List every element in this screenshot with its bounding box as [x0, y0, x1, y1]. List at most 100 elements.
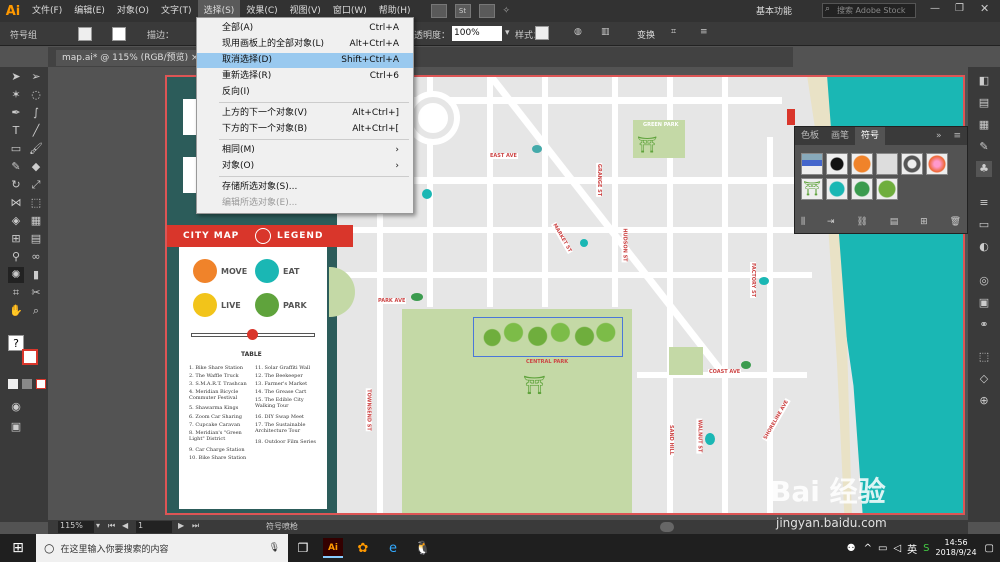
prev-artboard-icon[interactable]: ◀	[122, 521, 128, 530]
slice-tool-icon[interactable]: ✂	[28, 285, 44, 301]
layers-panel-icon[interactable]: ◇	[976, 371, 992, 387]
taskbar-search-box[interactable]: ○ 在这里输入你要搜索的内容 🎙	[36, 534, 288, 562]
clock[interactable]: 14:56 2018/9/24	[936, 538, 977, 558]
opacity-field[interactable]: 100%	[452, 26, 502, 41]
maximize-icon[interactable]: ❐	[955, 3, 964, 14]
direct-selection-tool-icon[interactable]: ➢	[28, 69, 44, 85]
stock-search-input[interactable]: 搜索 Adobe Stock	[822, 3, 916, 18]
people-icon[interactable]: ⚉	[847, 543, 856, 554]
bridge-icon[interactable]	[430, 4, 447, 18]
ime-icon[interactable]: 英	[907, 541, 917, 556]
shape-builder-tool-icon[interactable]: ◈	[8, 213, 24, 229]
illustrator-taskbar-icon[interactable]: Ai	[323, 538, 343, 558]
place-symbol-icon[interactable]: ⇥	[827, 217, 835, 229]
curvature-tool-icon[interactable]: ∫	[28, 105, 44, 121]
security-tray-icon[interactable]: S	[923, 543, 929, 554]
menu-edit[interactable]: 编辑(E)	[68, 0, 111, 22]
menu-item-select-all-artboard[interactable]: 现用画板上的全部对象(L) Alt+Ctrl+A	[197, 37, 413, 52]
minimize-icon[interactable]: —	[930, 3, 940, 14]
qq-icon[interactable]: 🐧	[408, 541, 438, 556]
gpu-icon[interactable]: ✧	[503, 6, 511, 16]
action-center-icon[interactable]: ▢	[985, 543, 994, 554]
selected-symbol-group[interactable]	[473, 317, 623, 357]
paintbrush-tool-icon[interactable]: 🖌	[28, 141, 44, 157]
menu-item-save-selection[interactable]: 存储所选对象(S)...	[197, 180, 413, 195]
task-view-icon[interactable]: ❐	[288, 541, 318, 555]
menu-item-next-object-above[interactable]: 上方的下一个对象(V) Alt+Ctrl+]	[197, 106, 413, 121]
tab-symbols[interactable]: 符号	[855, 127, 886, 145]
symbol-swatch[interactable]	[901, 153, 923, 175]
last-artboard-icon[interactable]: ⏭	[192, 521, 199, 531]
symbol-swatch[interactable]	[851, 178, 873, 200]
brushes-panel-icon[interactable]: ✎	[976, 139, 992, 155]
color-panel-icon[interactable]: ◧	[976, 73, 992, 89]
isolate-icon[interactable]: ⌗	[671, 27, 676, 37]
panel-menu-icon[interactable]: ≡	[700, 27, 708, 37]
none-mode-icon[interactable]	[36, 379, 46, 389]
graphic-styles-icon[interactable]: ▣	[976, 295, 992, 311]
type-tool-icon[interactable]: T	[8, 123, 24, 139]
windows-start-icon[interactable]: ⊞	[0, 540, 36, 556]
transform-button[interactable]: 变换	[637, 28, 655, 41]
graph-tool-icon[interactable]: ▮	[28, 267, 44, 283]
workspace-switcher[interactable]: 基本功能	[756, 4, 792, 17]
menu-type[interactable]: 文字(T)	[155, 0, 198, 22]
menu-item-deselect[interactable]: 取消选择(D) Shift+Ctrl+A	[197, 53, 413, 68]
chevron-down-icon[interactable]: ▾	[96, 521, 100, 530]
symbol-swatch[interactable]	[926, 153, 948, 175]
symbol-swatch[interactable]	[826, 153, 848, 175]
blend-tool-icon[interactable]: ∞	[28, 249, 44, 265]
draw-mode-icon[interactable]: ◉	[8, 399, 24, 415]
swatches-panel-icon[interactable]: ▦	[976, 117, 992, 133]
line-tool-icon[interactable]: ╱	[28, 123, 44, 139]
zoom-tool-icon[interactable]: ⌕	[28, 303, 44, 319]
color-guide-icon[interactable]: ▤	[976, 95, 992, 111]
chevron-down-icon[interactable]: ▾	[505, 28, 510, 38]
paint-app-icon[interactable]: ✿	[348, 541, 378, 556]
tab-swatches[interactable]: 色板	[795, 127, 825, 145]
horizontal-scrollbar[interactable]	[660, 522, 674, 532]
network-icon[interactable]: ▭	[878, 543, 887, 554]
links-panel-icon[interactable]: ⚭	[976, 317, 992, 333]
artboard-tool-icon[interactable]: ⌗	[8, 285, 24, 301]
tab-brushes[interactable]: 画笔	[825, 127, 855, 145]
gradient-tool-icon[interactable]: ▤	[28, 231, 44, 247]
scale-tool-icon[interactable]: ⤢	[28, 177, 44, 193]
volume-icon[interactable]: ◁	[893, 543, 901, 554]
close-icon[interactable]: ✕	[980, 2, 989, 15]
menu-item-same[interactable]: 相同(M) ›	[197, 143, 413, 158]
transparency-panel-icon[interactable]: ◐	[976, 239, 992, 255]
menu-object[interactable]: 对象(O)	[111, 0, 155, 22]
document-tab[interactable]: map.ai* @ 115% (RGB/预览) ×	[56, 50, 205, 66]
screen-mode-icon[interactable]: ▣	[8, 419, 24, 435]
color-mode-icon[interactable]	[8, 379, 18, 389]
rectangle-tool-icon[interactable]: ▭	[8, 141, 24, 157]
new-symbol-icon[interactable]: ⊞	[920, 217, 928, 229]
zoom-field[interactable]: 115%	[58, 521, 94, 533]
fill-swatch[interactable]	[78, 27, 92, 41]
stroke-panel-icon[interactable]: ≡	[976, 195, 992, 211]
symbols-panel-icon[interactable]: ♣	[976, 161, 992, 177]
eraser-tool-icon[interactable]: ◆	[28, 159, 44, 175]
menu-item-select-all[interactable]: 全部(A) Ctrl+A	[197, 21, 413, 36]
menu-item-object[interactable]: 对象(O) ›	[197, 159, 413, 174]
width-tool-icon[interactable]: ⋈	[8, 195, 24, 211]
next-artboard-icon[interactable]: ▶	[178, 521, 184, 530]
arrange-documents-icon[interactable]	[478, 4, 495, 18]
eyedropper-tool-icon[interactable]: ⚲	[8, 249, 24, 265]
rotate-tool-icon[interactable]: ↻	[8, 177, 24, 193]
asset-export-icon[interactable]: ⊕	[976, 393, 992, 409]
gradient-panel-icon[interactable]: ▭	[976, 217, 992, 233]
style-swatch[interactable]	[535, 26, 549, 40]
gradient-mode-icon[interactable]	[22, 379, 32, 389]
hand-tool-icon[interactable]: ✋	[8, 303, 24, 319]
shaper-tool-icon[interactable]: ✎	[8, 159, 24, 175]
align-icon[interactable]: ▥	[601, 27, 610, 37]
tray-chevron-icon[interactable]: ^	[864, 543, 872, 554]
edge-browser-icon[interactable]: e	[378, 541, 408, 556]
symbol-swatch[interactable]	[801, 153, 823, 175]
symbol-swatch[interactable]	[851, 153, 873, 175]
selection-tool-icon[interactable]: ➤	[8, 69, 24, 85]
first-artboard-icon[interactable]: ⏮	[108, 521, 115, 531]
symbol-sprayer-tool-icon[interactable]: ✺	[8, 267, 24, 283]
